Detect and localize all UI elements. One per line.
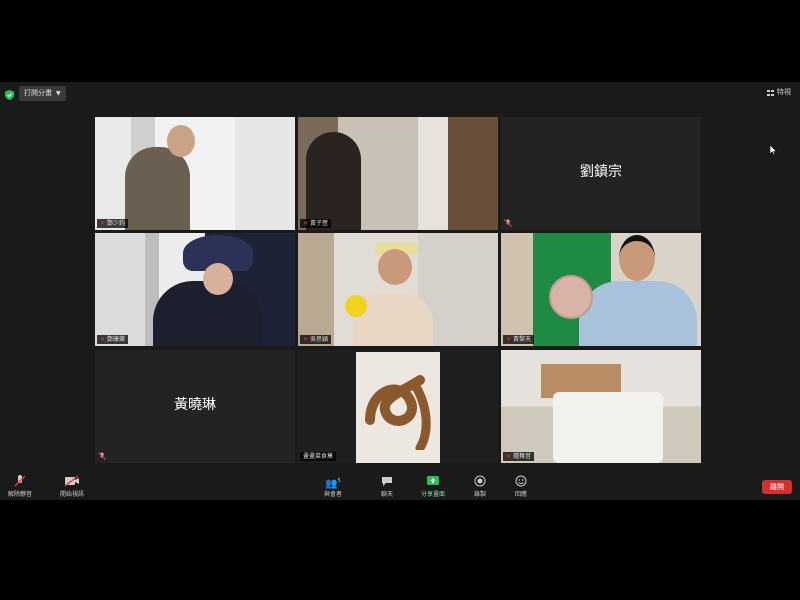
video-tile[interactable]: 畫畫菜食菓 <box>298 350 498 463</box>
participant-face <box>619 235 655 281</box>
mute-label: 解除靜音 <box>8 491 33 498</box>
view-button[interactable]: 特視 <box>763 86 795 99</box>
record-button[interactable]: 錄製 <box>474 475 486 498</box>
mic-off-icon <box>14 475 26 487</box>
participants-label: 與會者 <box>324 491 343 498</box>
share-screen-label: 分享畫面 <box>421 491 446 498</box>
shield-icon[interactable] <box>5 90 14 100</box>
participant-face <box>203 263 233 295</box>
participant-name-tag: ✕ 鍾舞音 <box>503 452 535 461</box>
mouse-cursor-icon <box>770 145 777 155</box>
start-video-label: 開始視訊 <box>60 491 85 498</box>
video-tile[interactable]: 黃曉琳 <box>95 350 295 463</box>
reactions-label: 回應 <box>515 491 528 498</box>
participants-button[interactable]: 👥5 與會者 <box>324 475 342 498</box>
participant-display-name: 黃曉琳 <box>174 397 216 413</box>
paper-cups <box>553 392 663 463</box>
chat-icon <box>382 477 392 486</box>
smiley-icon <box>515 475 527 487</box>
mic-off-icon: ✕ <box>303 336 309 343</box>
chat-label: 聊天 <box>381 491 394 498</box>
mic-off-icon: ✕ <box>100 220 106 227</box>
video-tile[interactable]: 劉鎮宗 <box>501 117 701 230</box>
participant-display-name: 劉鎮宗 <box>580 164 622 180</box>
mic-off-icon: ✕ <box>506 336 512 343</box>
share-screen-button[interactable]: 分享畫面 <box>421 475 445 498</box>
yellow-wand <box>345 295 367 317</box>
video-tile[interactable]: ✕ 鍾舞音 <box>501 350 701 463</box>
mic-off-icon <box>504 219 512 227</box>
participant-face <box>167 125 195 157</box>
mic-off-icon: ✕ <box>506 453 512 460</box>
participant-figure <box>306 132 361 230</box>
participant-figure <box>579 281 697 346</box>
participant-name-tag: ✕ 鄭康樂 <box>97 335 129 344</box>
spiral-artwork <box>365 375 431 450</box>
record-label: 錄製 <box>474 491 487 498</box>
reactions-button[interactable]: 回應 <box>515 475 527 498</box>
video-tile[interactable]: ✕ 鄭康樂 <box>95 233 295 346</box>
participant-name-tag: 畫畫菜食菓 <box>300 452 337 461</box>
mic-off-icon: ✕ <box>100 336 106 343</box>
video-tile[interactable]: ✕ 黃子萱 <box>298 117 498 230</box>
leave-button[interactable]: 離開 <box>762 480 792 494</box>
participant-name-tag: ✕ 鄭少鈞 <box>97 219 129 228</box>
chevron-down-icon: ▼ <box>56 90 61 97</box>
participant-name-tag: ✕ 黃黎天 <box>503 335 535 344</box>
video-off-icon <box>64 475 79 487</box>
glass-plate <box>549 275 593 319</box>
grid-view-icon <box>767 89 774 96</box>
participant-figure <box>125 147 190 230</box>
record-icon <box>474 475 486 487</box>
participant-face <box>378 249 412 285</box>
video-tile[interactable]: ✕ 鄭少鈞 <box>95 117 295 230</box>
participant-name-tag: ✕ 吳思穎 <box>300 335 332 344</box>
view-label: 特視 <box>777 88 791 96</box>
chat-button[interactable]: 聊天 <box>381 475 393 498</box>
video-tile[interactable]: ✕ 吳思穎 <box>298 233 498 346</box>
mute-button[interactable]: 解除靜音 <box>8 475 32 498</box>
mic-off-icon <box>98 452 106 460</box>
share-view-label: 打開分畫 <box>24 89 52 97</box>
share-screen-icon <box>427 476 439 485</box>
share-view-dropdown[interactable]: 打開分畫 ▼ <box>19 86 66 101</box>
mic-off-icon: ✕ <box>303 220 309 227</box>
meeting-window: 打開分畫 ▼ 特視 ✕ 鄭少鈞 ✕ 黃子萱 劉鎮宗 ✕ 鄭康樂 ✕ 吳思穎 ✕ … <box>0 82 800 500</box>
start-video-button[interactable]: 開始視訊 <box>60 475 84 498</box>
participant-name-tag: ✕ 黃子萱 <box>300 219 332 228</box>
participants-icon: 👥5 <box>325 478 341 490</box>
video-tile[interactable]: ✕ 黃黎天 <box>501 233 701 346</box>
